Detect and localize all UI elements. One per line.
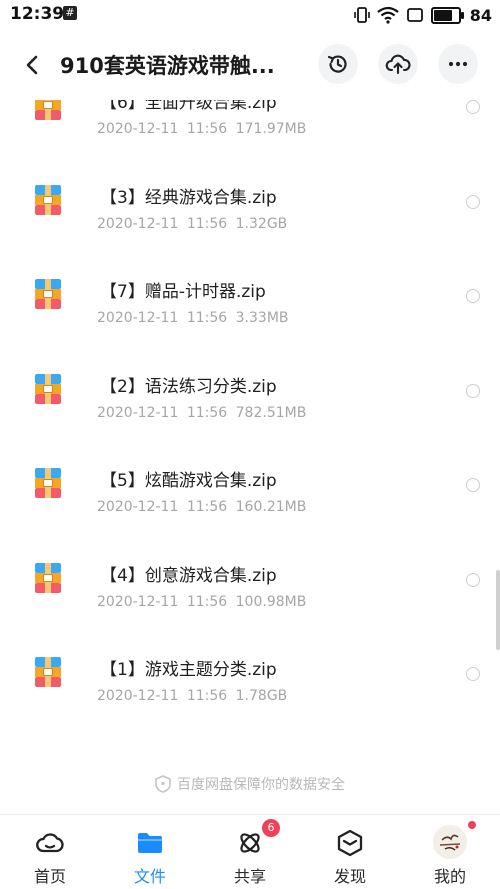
security-note-text: 百度网盘保障你的数据安全: [177, 777, 345, 793]
file-row[interactable]: 【3】经典游戏合集.zip 2020-12-11 11:56 1.32GB: [0, 165, 500, 259]
chevron-left-icon: [26, 55, 38, 75]
scrollbar[interactable]: [496, 570, 500, 650]
status-bar: 12:39 # 84: [0, 0, 500, 30]
nav-item-home[interactable]: 首页: [0, 815, 100, 889]
status-icons: 84: [353, 4, 492, 26]
file-time: 11:56: [186, 215, 228, 232]
file-size: 160.21MB: [235, 499, 307, 515]
zip-archive-icon: [35, 373, 61, 404]
select-radio[interactable]: [466, 572, 480, 587]
avatar: [433, 825, 467, 859]
select-radio[interactable]: [466, 289, 480, 303]
file-name: 【5】炫酷游戏合集.zip: [100, 471, 277, 491]
more-button[interactable]: [438, 44, 478, 84]
file-meta: 2020-12-11 11:56 782.51MB: [97, 405, 306, 421]
file-name: 【4】创意游戏合集.zip: [100, 565, 277, 586]
cloud-home-icon: [36, 833, 64, 853]
file-name: 【3】经典游戏合集.zip: [100, 187, 277, 208]
status-time: 12:39: [10, 4, 65, 24]
history-icon: [327, 55, 347, 73]
share-count-badge: 6: [262, 819, 280, 837]
notification-dot: [468, 821, 476, 829]
file-row[interactable]: 【7】赠品-计时器.zip 2020-12-11 11:56 3.33MB: [0, 259, 500, 353]
nav-label: 首页: [33, 867, 66, 886]
file-date: 2020-12-11: [97, 593, 179, 610]
file-meta: 2020-12-11 11:56 3.33MB: [97, 310, 289, 326]
file-name: 【7】赠品-计时器.zip: [100, 282, 266, 302]
cloud-upload-icon: [385, 54, 411, 75]
select-radio[interactable]: [466, 478, 480, 492]
file-date: 2020-12-11: [97, 499, 179, 515]
file-meta: 2020-12-11 11:56 171.97MB: [97, 121, 306, 137]
nav-label: 文件: [133, 867, 166, 886]
file-date: 2020-12-11: [97, 688, 179, 704]
back-button[interactable]: [20, 52, 46, 78]
file-time: 11:56: [186, 499, 228, 515]
bottom-navigation: 首页 文件 6 共享 发现 我的: [0, 814, 500, 889]
battery-percent: 84: [469, 5, 492, 25]
page-title: 910套英语游戏带触...: [60, 54, 275, 78]
file-size: 1.78GB: [235, 688, 288, 704]
nav-label: 我的: [433, 867, 466, 886]
avatar-icon: [433, 825, 467, 859]
shield-icon: [155, 775, 171, 793]
zip-archive-icon: [35, 562, 61, 593]
file-meta: 2020-12-11 11:56 1.32GB: [97, 216, 287, 232]
file-row[interactable]: 【2】语法练习分类.zip 2020-12-11 11:56 782.51MB: [0, 354, 500, 448]
zip-archive-icon: [35, 657, 61, 687]
discover-cube-icon: [337, 829, 363, 857]
nav-item-share[interactable]: 6 共享: [200, 815, 300, 889]
file-time: 11:56: [186, 310, 228, 326]
nav-label: 发现: [333, 867, 366, 886]
nav-item-discover[interactable]: 发现: [300, 815, 400, 889]
security-note: 百度网盘保障你的数据安全: [0, 774, 500, 794]
file-time: 11:56: [186, 404, 228, 421]
notification-hash-icon: #: [63, 6, 77, 20]
battery-level-fill: [433, 9, 452, 21]
file-list[interactable]: 【6】全面升级合集.zip 2020-12-11 11:56 171.97MB 【3…: [0, 82, 500, 802]
file-size: 100.98MB: [235, 593, 307, 610]
file-time: 11:56: [186, 688, 228, 704]
file-size: 3.33MB: [235, 310, 289, 326]
file-date: 2020-12-11: [97, 310, 179, 326]
select-radio[interactable]: [466, 194, 480, 209]
file-size: 171.97MB: [235, 121, 307, 137]
file-time: 11:56: [186, 593, 228, 610]
file-name: 【1】游戏主题分类.zip: [100, 660, 277, 680]
file-row[interactable]: 【4】创意游戏合集.zip 2020-12-11 11:56 100.98MB: [0, 543, 500, 637]
nav-item-me[interactable]: 我的: [400, 815, 500, 889]
file-name: 【2】语法练习分类.zip: [100, 376, 277, 397]
nav-label: 共享: [233, 867, 266, 886]
file-time: 11:56: [186, 121, 228, 137]
folder-icon: [138, 833, 162, 853]
file-meta: 2020-12-11 11:56 100.98MB: [97, 594, 306, 610]
nav-item-files[interactable]: 文件: [100, 815, 200, 889]
file-meta: 2020-12-11 11:56 1.78GB: [97, 688, 287, 704]
zip-archive-icon: [35, 279, 61, 309]
top-bar: 910套英语游戏带触...: [0, 30, 500, 100]
file-row[interactable]: 【1】游戏主题分类.zip 2020-12-11 11:56 1.78GB: [0, 637, 500, 731]
file-row[interactable]: 【5】炫酷游戏合集.zip 2020-12-11 11:56 160.21MB: [0, 448, 500, 542]
wifi-icon: [377, 6, 399, 24]
more-dots-icon: [448, 61, 468, 67]
share-atom-icon: [240, 833, 260, 853]
select-radio[interactable]: [466, 667, 480, 681]
file-size: 782.51MB: [235, 404, 307, 421]
select-radio[interactable]: [466, 383, 480, 398]
history-button[interactable]: [318, 44, 358, 84]
file-meta: 2020-12-11 11:56 160.21MB: [97, 499, 306, 515]
file-date: 2020-12-11: [97, 404, 179, 421]
zip-archive-icon: [35, 468, 61, 498]
file-date: 2020-12-11: [97, 215, 179, 232]
file-size: 1.32GB: [235, 215, 288, 232]
zip-archive-icon: [35, 184, 61, 215]
battery-icon: [430, 6, 464, 24]
select-radio[interactable]: [466, 100, 480, 114]
vibrate-icon: [353, 7, 370, 23]
cloud-upload-button[interactable]: [378, 44, 418, 84]
screen-icon: [406, 8, 423, 22]
file-date: 2020-12-11: [97, 121, 179, 137]
